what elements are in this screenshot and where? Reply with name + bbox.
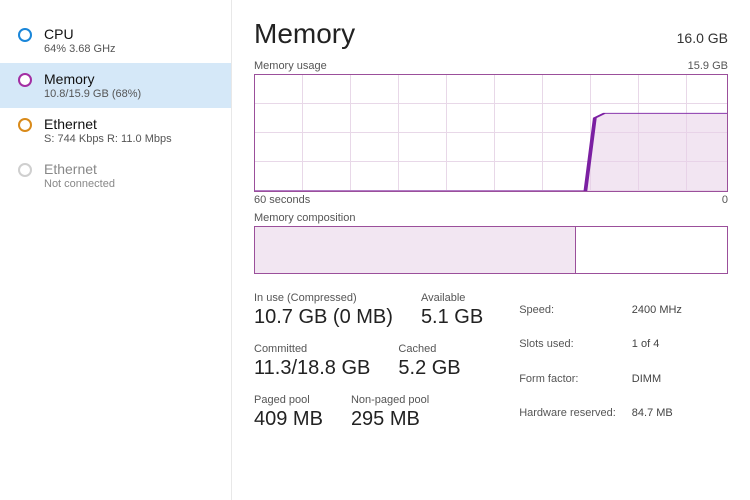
- sidebar-item-label: Ethernet: [44, 161, 115, 177]
- composition-free-segment: [576, 227, 727, 273]
- page-title: Memory: [254, 18, 355, 50]
- main-panel: Memory 16.0 GB Memory usage 15.9 GB 60 s…: [232, 0, 750, 500]
- sidebar-item-label: CPU: [44, 26, 116, 42]
- stat-in-use: In use (Compressed) 10.7 GB (0 MB): [254, 292, 393, 329]
- stat-paged-pool: Paged pool 409 MB: [254, 394, 323, 431]
- sidebar-item-cpu[interactable]: CPU 64% 3.68 GHz: [0, 18, 231, 63]
- sidebar: CPU 64% 3.68 GHz Memory 10.8/15.9 GB (68…: [0, 0, 232, 500]
- detail-value: 84.7 MB: [632, 397, 682, 429]
- detail-value: 2400 MHz: [632, 294, 682, 326]
- detail-value: DIMM: [632, 363, 682, 395]
- memory-usage-chart: [254, 74, 728, 192]
- x-axis-right: 0: [722, 194, 728, 206]
- sidebar-item-ethernet-2[interactable]: Ethernet Not connected: [0, 153, 231, 198]
- sidebar-item-label: Ethernet: [44, 116, 172, 132]
- x-axis-left: 60 seconds: [254, 194, 310, 206]
- detail-label: Slots used:: [519, 328, 630, 360]
- sidebar-item-sub: Not connected: [44, 178, 115, 190]
- sidebar-item-memory[interactable]: Memory 10.8/15.9 GB (68%): [0, 63, 231, 108]
- composition-used-segment: [255, 227, 576, 273]
- stat-nonpaged-pool: Non-paged pool 295 MB: [351, 394, 429, 431]
- ethernet-icon: [18, 118, 32, 132]
- sidebar-item-sub: 64% 3.68 GHz: [44, 43, 116, 55]
- detail-label: Speed:: [519, 294, 630, 326]
- memory-details-table: Speed:2400 MHz Slots used:1 of 4 Form fa…: [517, 292, 684, 431]
- sidebar-item-sub: S: 744 Kbps R: 11.0 Mbps: [44, 133, 172, 145]
- stat-available: Available 5.1 GB: [421, 292, 483, 329]
- sidebar-item-label: Memory: [44, 71, 141, 87]
- ethernet-icon: [18, 163, 32, 177]
- cpu-icon: [18, 28, 32, 42]
- detail-value: 1 of 4: [632, 328, 682, 360]
- usage-chart-max: 15.9 GB: [688, 60, 728, 72]
- sidebar-item-sub: 10.8/15.9 GB (68%): [44, 88, 141, 100]
- composition-label: Memory composition: [254, 212, 355, 224]
- memory-icon: [18, 73, 32, 87]
- sidebar-item-ethernet-1[interactable]: Ethernet S: 744 Kbps R: 11.0 Mbps: [0, 108, 231, 153]
- stat-committed: Committed 11.3/18.8 GB: [254, 343, 370, 380]
- detail-label: Hardware reserved:: [519, 397, 630, 429]
- installed-capacity: 16.0 GB: [677, 30, 728, 46]
- detail-label: Form factor:: [519, 363, 630, 395]
- memory-composition-bar: [254, 226, 728, 274]
- stat-cached: Cached 5.2 GB: [398, 343, 460, 380]
- usage-chart-label: Memory usage: [254, 60, 327, 72]
- usage-line-icon: [255, 75, 727, 191]
